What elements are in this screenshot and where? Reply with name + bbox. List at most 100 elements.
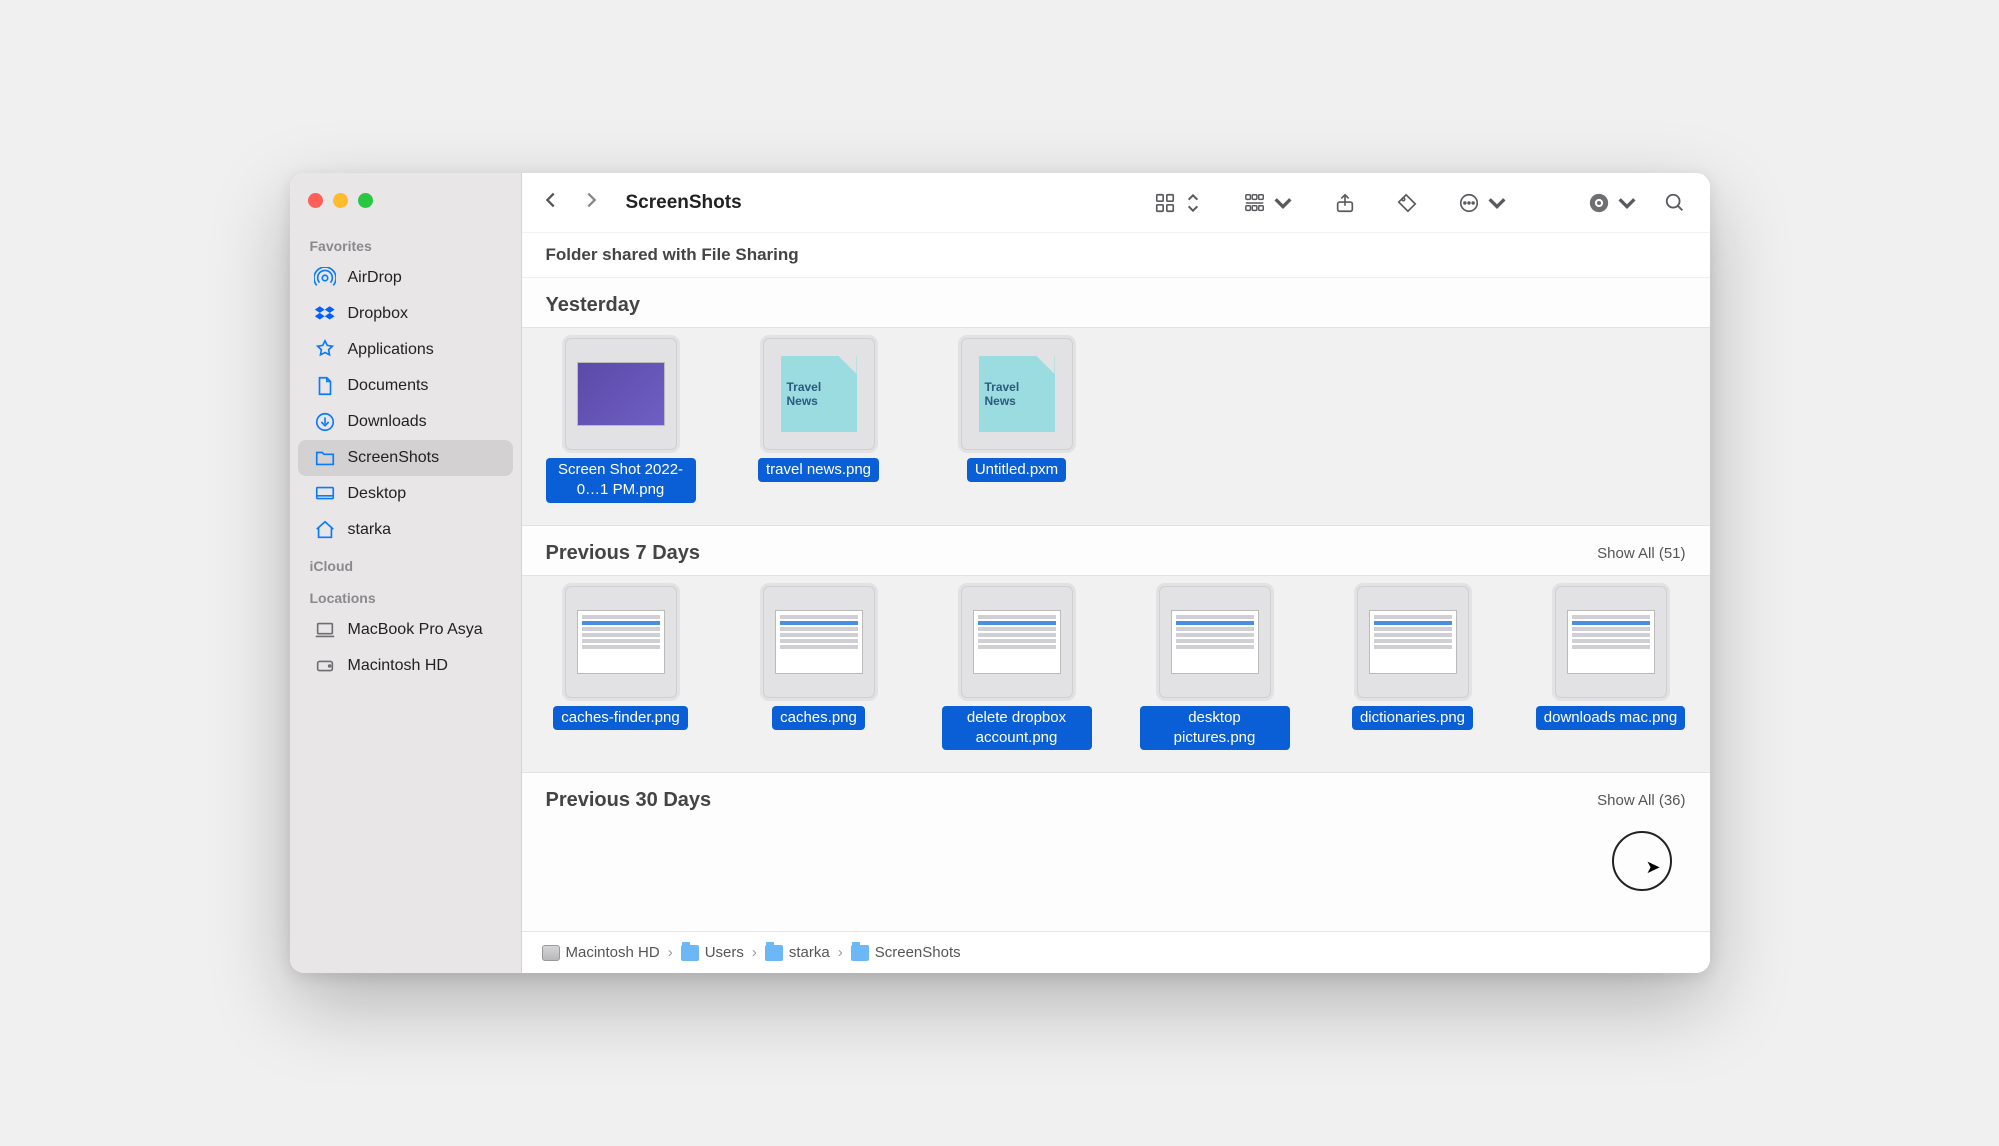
- minimize-button[interactable]: [333, 193, 348, 208]
- section-title: Previous 7 Days: [546, 542, 701, 565]
- section-title: Previous 30 Days: [546, 789, 712, 812]
- file-item[interactable]: desktop pictures.png: [1140, 586, 1290, 751]
- path-label: ScreenShots: [875, 944, 961, 961]
- section-header: Yesterday: [522, 278, 1710, 327]
- file-label: Screen Shot 2022-0…1 PM.png: [546, 458, 696, 503]
- nav-arrows: [540, 189, 602, 216]
- file-thumbnail: [1555, 586, 1667, 698]
- show-all-button[interactable]: Show All (36): [1597, 792, 1685, 809]
- file-item[interactable]: Screen Shot 2022-0…1 PM.png: [546, 338, 696, 503]
- sidebar-item-applications[interactable]: Applications: [298, 332, 513, 368]
- forward-button[interactable]: [580, 189, 602, 216]
- preview-toggle-button[interactable]: [1582, 188, 1644, 218]
- file-thumbnail: [763, 586, 875, 698]
- home-icon: [314, 519, 336, 541]
- file-label: downloads mac.png: [1536, 706, 1685, 730]
- actions-button[interactable]: [1452, 188, 1514, 218]
- downloads-icon: [314, 411, 336, 433]
- sidebar-item-desktop[interactable]: Desktop: [298, 476, 513, 512]
- view-mode-button[interactable]: [1148, 188, 1210, 218]
- sidebar-item-label: Desktop: [348, 485, 407, 503]
- file-item[interactable]: Travel News Untitled.pxm: [942, 338, 1092, 503]
- path-label: Macintosh HD: [566, 944, 660, 961]
- section-title: Yesterday: [546, 294, 641, 317]
- file-label: caches.png: [772, 706, 865, 730]
- sidebar: Favorites AirDrop Dropbox Applications Docum…: [290, 173, 522, 973]
- tags-button[interactable]: [1390, 188, 1424, 218]
- sidebar-item-macbook-pro-asya[interactable]: MacBook Pro Asya: [298, 612, 513, 648]
- sidebar-item-label: Macintosh HD: [348, 657, 448, 675]
- fullscreen-button[interactable]: [358, 193, 373, 208]
- share-button[interactable]: [1328, 188, 1362, 218]
- back-button[interactable]: [540, 189, 562, 216]
- sidebar-item-label: Downloads: [348, 413, 427, 431]
- path-label: Users: [705, 944, 744, 961]
- file-content-area: Yesterday Screen Shot 2022-0…1 PM.png Trav…: [522, 278, 1710, 931]
- sidebar-item-documents[interactable]: Documents: [298, 368, 513, 404]
- file-item[interactable]: delete dropbox account.png: [942, 586, 1092, 751]
- path-segment[interactable]: ScreenShots: [851, 944, 961, 961]
- search-button[interactable]: [1658, 188, 1692, 218]
- file-item[interactable]: caches-finder.png: [546, 586, 696, 751]
- laptop-icon: [314, 619, 336, 641]
- section-header: Previous 7 Days Show All (51): [522, 526, 1710, 575]
- path-bar: Macintosh HD›Users›starka›ScreenShots: [522, 931, 1710, 973]
- file-thumbnail: [961, 586, 1073, 698]
- sidebar-item-screenshots[interactable]: ScreenShots: [298, 440, 513, 476]
- page-title: ScreenShots: [626, 192, 742, 214]
- folder-icon: [851, 945, 869, 961]
- file-thumbnail: [565, 338, 677, 450]
- file-label: travel news.png: [758, 458, 879, 482]
- section-header: Previous 30 Days Show All (36): [522, 773, 1710, 822]
- file-item[interactable]: downloads mac.png: [1536, 586, 1686, 751]
- dropbox-icon: [314, 303, 336, 325]
- file-thumbnail: [1159, 586, 1271, 698]
- sidebar-item-label: starka: [348, 521, 392, 539]
- sidebar-item-label: Dropbox: [348, 305, 408, 323]
- sidebar-item-macintosh-hd[interactable]: Macintosh HD: [298, 648, 513, 684]
- path-segment[interactable]: Users: [681, 944, 744, 961]
- file-label: Untitled.pxm: [967, 458, 1066, 482]
- document-icon: [314, 375, 336, 397]
- file-thumbnail: Travel News: [961, 338, 1073, 450]
- folder-icon: [314, 447, 336, 469]
- sidebar-item-dropbox[interactable]: Dropbox: [298, 296, 513, 332]
- show-all-button[interactable]: Show All (51): [1597, 545, 1685, 562]
- sidebar-item-starka[interactable]: starka: [298, 512, 513, 548]
- disk-icon: [314, 655, 336, 677]
- applications-icon: [314, 339, 336, 361]
- file-label: delete dropbox account.png: [942, 706, 1092, 751]
- group-by-button[interactable]: [1238, 188, 1300, 218]
- file-label: dictionaries.png: [1352, 706, 1473, 730]
- sidebar-item-label: Documents: [348, 377, 429, 395]
- file-thumbnail: [1357, 586, 1469, 698]
- chevron-right-icon: ›: [748, 944, 761, 961]
- file-row: Screen Shot 2022-0…1 PM.png Travel News tr…: [522, 327, 1710, 526]
- file-item[interactable]: Travel News travel news.png: [744, 338, 894, 503]
- close-button[interactable]: [308, 193, 323, 208]
- file-label: caches-finder.png: [553, 706, 687, 730]
- sidebar-item-label: MacBook Pro Asya: [348, 621, 483, 639]
- folder-icon: [765, 945, 783, 961]
- path-segment[interactable]: Macintosh HD: [542, 944, 660, 961]
- toolbar: ScreenShots: [522, 173, 1710, 233]
- main-area: ScreenShots: [522, 173, 1710, 973]
- sidebar-item-downloads[interactable]: Downloads: [298, 404, 513, 440]
- file-thumbnail: Travel News: [763, 338, 875, 450]
- chevron-right-icon: ›: [834, 944, 847, 961]
- sidebar-heading: Locations: [290, 580, 521, 612]
- folder-icon: [681, 945, 699, 961]
- file-item[interactable]: dictionaries.png: [1338, 586, 1488, 751]
- sharing-status-bar: Folder shared with File Sharing: [522, 233, 1710, 278]
- path-segment[interactable]: starka: [765, 944, 830, 961]
- sidebar-heading: Favorites: [290, 228, 521, 260]
- sidebar-item-label: ScreenShots: [348, 449, 440, 467]
- sidebar-item-label: AirDrop: [348, 269, 402, 287]
- airdrop-icon: [314, 267, 336, 289]
- file-label: desktop pictures.png: [1140, 706, 1290, 751]
- file-item[interactable]: caches.png: [744, 586, 894, 751]
- path-label: starka: [789, 944, 830, 961]
- sidebar-item-airdrop[interactable]: AirDrop: [298, 260, 513, 296]
- finder-window: Favorites AirDrop Dropbox Applications Docum…: [290, 173, 1710, 973]
- file-thumbnail: [565, 586, 677, 698]
